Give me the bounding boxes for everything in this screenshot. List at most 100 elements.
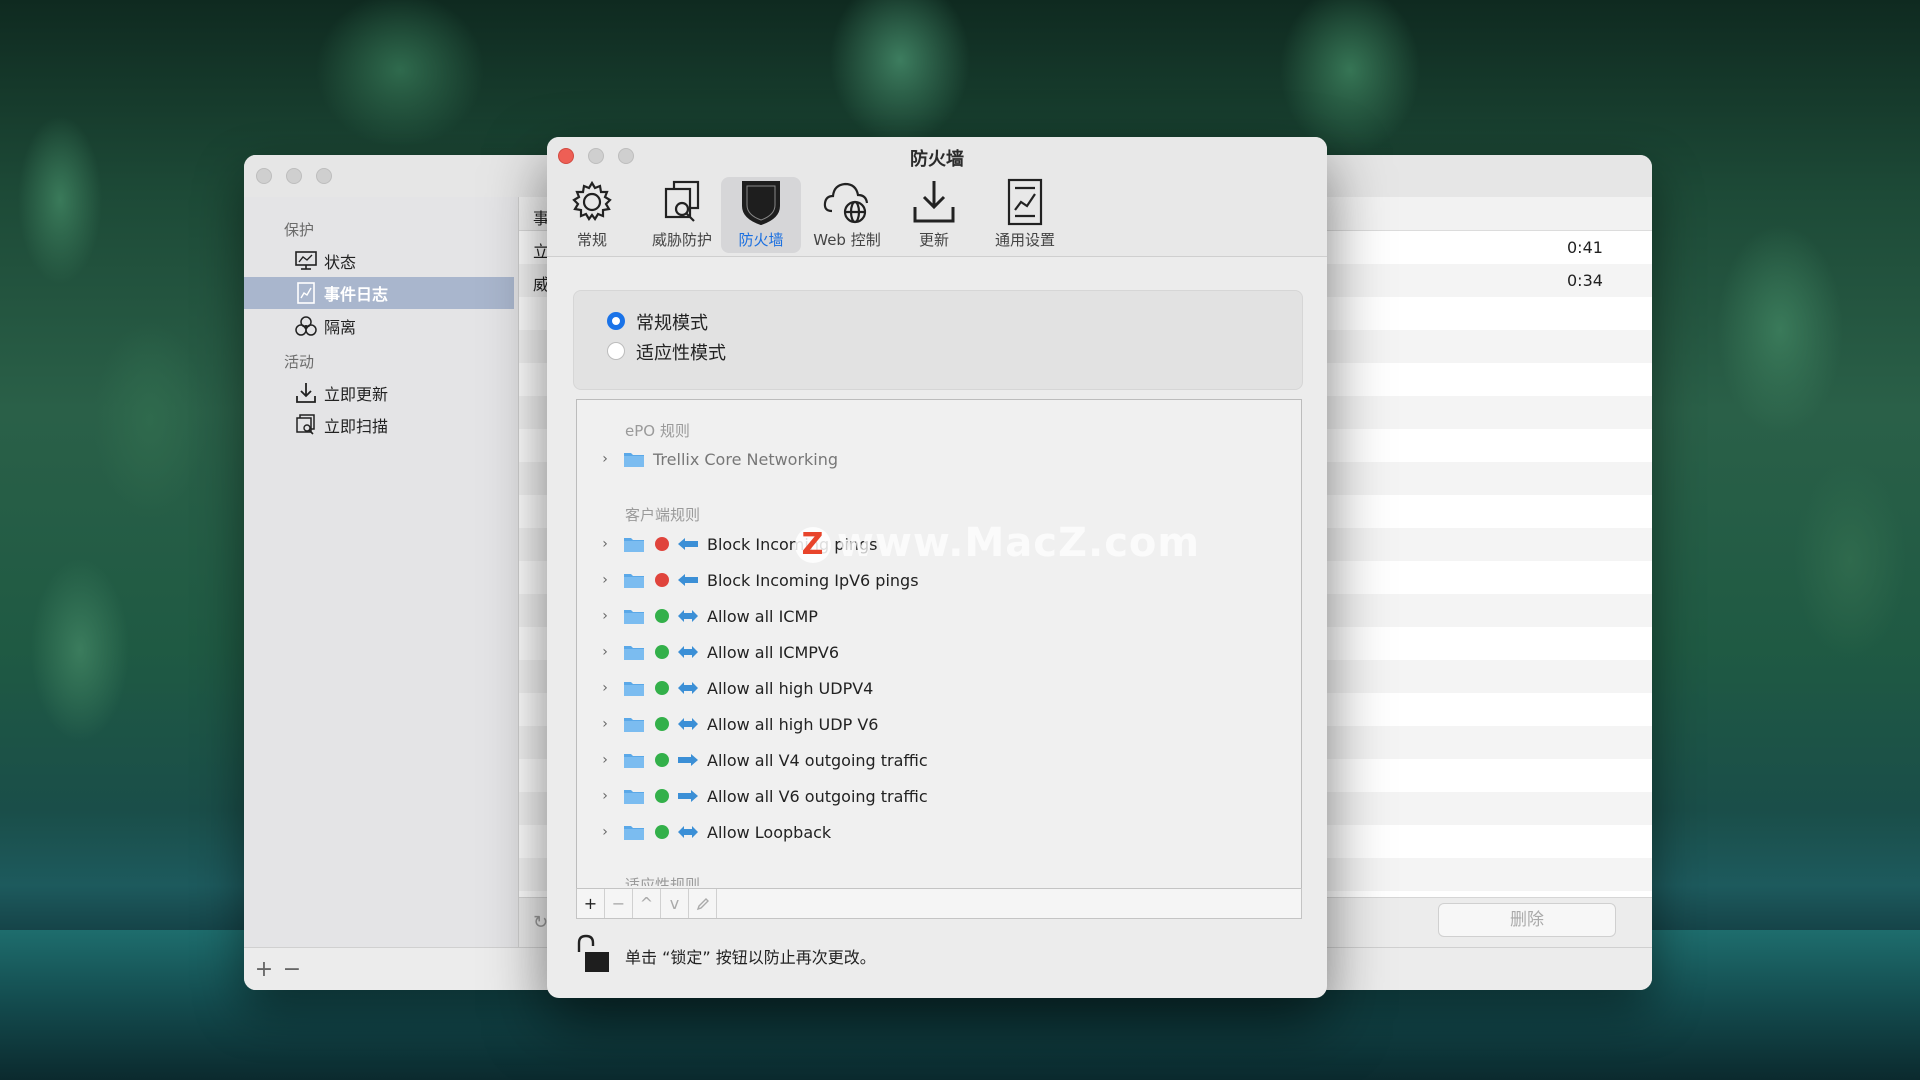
chevron-right-icon[interactable]: › (597, 824, 613, 840)
tab-common-settings[interactable]: 通用设置 (981, 177, 1069, 253)
status-green-dot (655, 681, 669, 695)
minimize-button[interactable] (286, 168, 302, 184)
add-button[interactable]: + (252, 958, 276, 982)
sidebar-item-update-now[interactable]: 立即更新 (244, 377, 514, 409)
chevron-right-icon[interactable]: › (597, 608, 613, 624)
rule-label: Allow all ICMPV6 (707, 642, 840, 662)
folder-icon (624, 646, 644, 660)
arrow-both-icon (678, 826, 698, 838)
cloud-globe-icon (822, 177, 872, 227)
settings-doc-icon (1000, 177, 1050, 227)
sidebar-item-label: 立即扫描 (324, 417, 389, 436)
rule-label: Block Incoming IpV6 pings (707, 570, 919, 590)
status-red-dot (655, 537, 669, 551)
tab-general[interactable]: 常规 (561, 177, 623, 253)
sidebar-item-status[interactable]: 状态 (244, 245, 514, 277)
rule-label: Allow all high UDP V6 (707, 714, 879, 734)
chevron-right-icon[interactable]: › (597, 536, 613, 552)
folder-icon (624, 453, 644, 467)
arrow-both-icon (678, 610, 698, 622)
status-red-dot (655, 573, 669, 587)
zoom-button[interactable] (316, 168, 332, 184)
chevron-right-icon[interactable]: › (597, 451, 613, 467)
rule-row[interactable]: › Allow all high UDP V6 (597, 709, 1277, 739)
move-up-button[interactable]: ^ (633, 889, 661, 918)
sidebar-item-event-log[interactable]: 事件日志 (244, 277, 514, 309)
rule-label: Allow Loopback (707, 822, 832, 842)
chevron-right-icon[interactable]: › (597, 572, 613, 588)
arrow-in-icon (678, 574, 698, 586)
mode-selector: 常规模式 适应性模式 (573, 290, 1303, 390)
radio-adaptive-mode[interactable] (607, 342, 625, 360)
status-green-dot (655, 753, 669, 767)
folder-icon (624, 610, 644, 624)
remove-button[interactable]: − (280, 958, 304, 982)
sidebar-item-scan-now[interactable]: 立即扫描 (244, 409, 514, 441)
firewall-window: 防火墙 常规 威胁防护 防火墙 Web 控制 更新 通用设置 常规模式 适应性模… (547, 137, 1327, 998)
chevron-right-icon[interactable]: › (597, 716, 613, 732)
pencil-icon (696, 897, 709, 910)
chevron-right-icon[interactable]: › (597, 644, 613, 660)
rule-row[interactable]: › Trellix Core Networking (597, 444, 1277, 474)
monitor-chart-icon (294, 249, 318, 273)
rule-row[interactable]: › Allow all ICMP (597, 601, 1277, 631)
rule-row[interactable]: › Allow all V6 outgoing traffic (597, 781, 1277, 811)
folder-icon (624, 718, 644, 732)
move-down-button[interactable]: v (661, 889, 689, 918)
sidebar-item-label: 隔离 (324, 318, 357, 337)
watermark-text: www.MacZ.com (837, 520, 1201, 566)
tab-firewall[interactable]: 防火墙 (721, 177, 801, 253)
rule-label: Allow all ICMP (707, 606, 818, 626)
rule-label: Allow all V4 outgoing traffic (707, 750, 928, 770)
folder-icon (624, 790, 644, 804)
macz-logo-icon: Z (795, 527, 831, 563)
folder-icon (624, 682, 644, 696)
watermark: Zwww.MacZ.com (795, 520, 1200, 566)
standard-mode-label[interactable]: 常规模式 (636, 309, 708, 335)
sidebar-item-label: 事件日志 (324, 285, 389, 304)
status-green-dot (655, 825, 669, 839)
group-header-epo: ePO 规则 (625, 422, 690, 440)
threat-scan-icon (657, 177, 707, 227)
gear-icon (567, 177, 617, 227)
sidebar-item-quarantine[interactable]: 隔离 (244, 310, 514, 342)
rules-list[interactable]: ePO 规则 › Trellix Core Networking 客户端规则 ›… (576, 399, 1302, 889)
shield-icon (736, 177, 786, 227)
remove-rule-button[interactable]: − (605, 889, 633, 918)
chevron-right-icon[interactable]: › (597, 788, 613, 804)
unlocked-padlock-icon[interactable] (573, 934, 611, 978)
add-rule-button[interactable]: + (577, 889, 605, 918)
tab-label: 防火墙 (738, 231, 784, 249)
biohazard-icon (294, 314, 318, 338)
download-icon (909, 177, 959, 227)
rules-toolbar: + − ^ v (576, 888, 1302, 919)
close-button[interactable] (256, 168, 272, 184)
refresh-icon[interactable]: ↻ (533, 912, 548, 933)
status-green-dot (655, 609, 669, 623)
lock-row: 单击 “锁定” 按钮以防止再次更改。 (573, 934, 876, 978)
firewall-toolbar: 防火墙 常规 威胁防护 防火墙 Web 控制 更新 通用设置 (547, 137, 1327, 257)
lock-instruction: 单击 “锁定” 按钮以防止再次更改。 (625, 948, 876, 967)
arrow-both-icon (678, 718, 698, 730)
rule-row[interactable]: › Allow all ICMPV6 (597, 637, 1277, 667)
chevron-right-icon[interactable]: › (597, 752, 613, 768)
tab-threat-protection[interactable]: 威胁防护 (637, 177, 727, 253)
tab-update[interactable]: 更新 (901, 177, 967, 253)
chevron-right-icon[interactable]: › (597, 680, 613, 696)
folder-icon (624, 538, 644, 552)
arrow-in-icon (678, 538, 698, 550)
rule-row[interactable]: › Block Incoming IpV6 pings (597, 565, 1277, 595)
arrow-both-icon (678, 646, 698, 658)
tab-web-control[interactable]: Web 控制 (807, 177, 887, 253)
adaptive-mode-label[interactable]: 适应性模式 (636, 339, 726, 365)
tab-label: 威胁防护 (651, 231, 712, 249)
rule-row[interactable]: › Allow Loopback (597, 817, 1277, 847)
rule-row[interactable]: › Allow all high UDPV4 (597, 673, 1277, 703)
folder-icon (624, 754, 644, 768)
delete-button[interactable]: 删除 (1438, 903, 1616, 937)
row-time: 0:34 (1567, 271, 1603, 290)
radio-standard-mode[interactable] (607, 312, 625, 330)
folder-icon (624, 826, 644, 840)
edit-rule-button[interactable] (689, 889, 717, 918)
rule-row[interactable]: › Allow all V4 outgoing traffic (597, 745, 1277, 775)
